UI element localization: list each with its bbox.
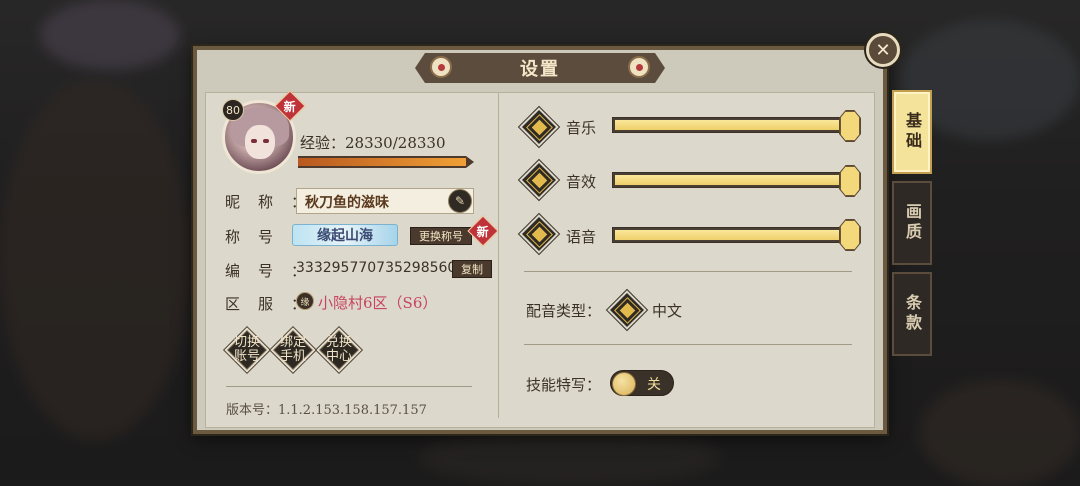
copy-id-button[interactable]: 复制 [452,260,492,278]
music-slider-fill [615,120,845,130]
tab-basic[interactable]: 基础 [892,90,932,174]
voice-slider-knob[interactable] [840,220,860,250]
server-emblem-icon: 缘 [296,292,314,310]
toggle-knob [612,372,636,396]
close-icon: ✕ [875,39,891,61]
redeem-center-button[interactable]: 兑换中心 [320,331,358,369]
sound-effect-label: 音效 [566,173,597,191]
exp-progress-fill [298,158,466,166]
left-divider [226,386,472,387]
player-id: 3332957707352985600 [296,260,466,276]
tab-terms[interactable]: 条款 [892,272,932,356]
voice-label: 语音 [566,228,597,246]
sound-effect-slider-fill [615,175,845,185]
sound-effect-slider[interactable] [612,172,848,188]
right-divider-bottom [524,344,852,345]
title-ornament-right-icon [628,56,650,78]
music-slider[interactable] [612,117,848,133]
version-text: 版本号：1.1.2.153.158.157.157 [226,403,427,418]
music-label: 音乐 [566,119,597,137]
exp-progress-bar [298,156,474,168]
voice-type-label: 配音类型： [526,302,602,320]
level-badge: 80 [222,99,244,121]
toggle-state-text: 关 [647,377,661,393]
close-button[interactable]: ✕ [866,33,900,67]
exp-label: 经验：28330/28330 [300,134,446,152]
voice-slider[interactable] [612,227,848,243]
right-divider-top [524,271,852,272]
voice-type-value[interactable]: 中文 [652,300,682,321]
bind-phone-button[interactable]: 绑定手机 [274,331,312,369]
column-divider [498,92,499,418]
switch-account-button[interactable]: 切换账号 [228,331,266,369]
voice-type-selector-icon[interactable] [610,293,644,327]
skill-closeup-label: 技能特写： [526,376,602,394]
change-title-button[interactable]: 更换称号 [410,227,472,245]
title-banner: 缘起山海 [292,224,398,246]
edit-nickname-icon[interactable]: ✎ [448,189,472,213]
skill-closeup-toggle[interactable]: 关 [610,370,674,396]
voice-slider-fill [615,230,845,240]
server-name: 小隐村6区（S6） [318,294,438,312]
sound-effect-slider-knob[interactable] [840,166,860,196]
music-icon [522,110,556,144]
voice-icon [522,217,556,251]
title-ornament-left-icon-front [430,56,452,78]
sound-effect-icon [522,163,556,197]
tab-graphics[interactable]: 画质 [892,181,932,265]
music-slider-knob[interactable] [840,111,860,141]
